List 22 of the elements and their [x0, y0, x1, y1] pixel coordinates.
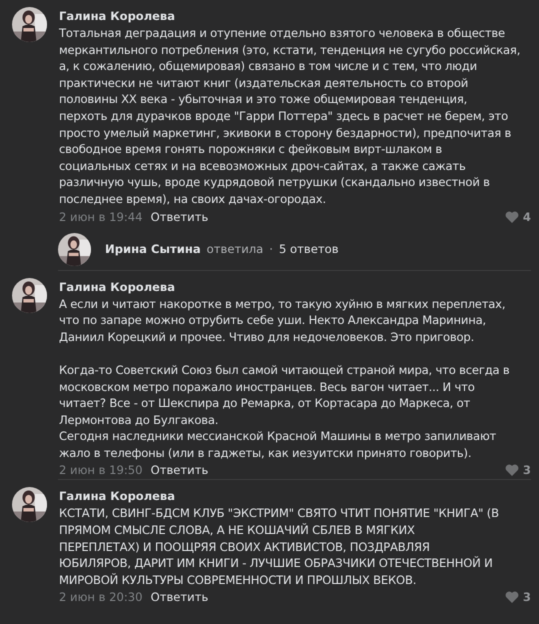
comment-date: 2 июн в 19:44	[59, 210, 143, 224]
comment-date: 2 июн в 19:50	[59, 463, 143, 478]
comment-text: А если и читают накоротке в метро, то такую хуйню в мягких переплетах, что по запаре можно отрубить себе уши. Некто Александра Маринина, Даниил Корецкий и прочее. Чтиво для недочеловеков. Это приговор. Когда-то Советский Союз был самой читающей страной мира, что всегда в московском метро поражало иностранцев. Весь вагон читает... И что читает? Все - от Шекспира до Ремарка, от Кортасара до Маркеса, от Лермонтова до Булгакова. Сегодня наследники мессианской Красной Машины в метро запиливают жало в телефоны (или в гаджеты, как иезуитски принято говорить).	[59, 296, 511, 462]
reply-verb: ответила	[206, 242, 264, 256]
author-name[interactable]: Галина Королева	[59, 486, 531, 506]
comment-text: Тотальная деградация и отупение отдельно взятого человека в обществе меркантильного потребления (это, кстати, тенденция не сугубо российская, а, к сожалению, общемировая) связано в том числе и с тем, что люди практически не читают книг (издательская деятельность со второй половины XX века - убыточная и это тоже общемировая тенденция, перхоть для дурачков вроде "Гарри Поттера" здесь в расчет не берем, это просто умелый маркетинг, экивоки в сторону бездарности), предпочитая в свободное время гонять порожняки с фейковым вирт-шлаком в социальных сетях и на всевозможных дроч-сайтах, а также сажать различную чушь, вроде кудрядовой петрушки (скандально известной в последнее время), на своих дачах-огородах.	[59, 25, 522, 208]
heart-icon[interactable]	[504, 210, 519, 223]
like-count: 3	[522, 590, 531, 604]
heart-icon[interactable]	[504, 591, 519, 604]
separator-dot: ·	[269, 242, 273, 256]
reply-link[interactable]: Ответить	[150, 590, 208, 604]
reply-link[interactable]: Ответить	[150, 463, 208, 478]
comment-date: 2 июн в 20:30	[59, 590, 143, 604]
reply-author[interactable]: Ирина Сытина	[105, 242, 201, 256]
like-count: 3	[522, 463, 531, 478]
comment-text: КСТАТИ, СВИНГ-БДСМ КЛУБ "ЭКСТРИМ" СВЯТО ЧТИТ ПОНЯТИЕ "КНИГА" (В ПРЯМОМ СМЫСЛЕ СЛОВА, А НЕ КОШАЧИЙ СБЛЕВ В МЯГКИХ ПЕРЕПЛЕТАХ) И ПООЩРЯЯ СВОИХ АКТИВИСТОВ, ПОЗДРАВЛЯЯ ЮБИЛЯРОВ, ДАРИТ ИМ КНИГИ - ЛУЧШИЕ ОБРАЗЧИКИ ОТЕЧЕСТВЕННОЙ И МИРОВОЙ КУЛЬТУРЫ СОВРЕМЕННОСТИ И ПРОШЛЫХ ВЕКОВ.	[59, 505, 500, 588]
replies-count-link[interactable]: 5 ответов	[278, 242, 339, 256]
author-name[interactable]: Галина Королева	[59, 276, 531, 296]
author-name[interactable]: Галина Королева	[59, 6, 531, 25]
like-count: 4	[522, 210, 531, 224]
reply-link[interactable]: Ответить	[150, 210, 208, 224]
heart-icon[interactable]	[504, 464, 519, 476]
